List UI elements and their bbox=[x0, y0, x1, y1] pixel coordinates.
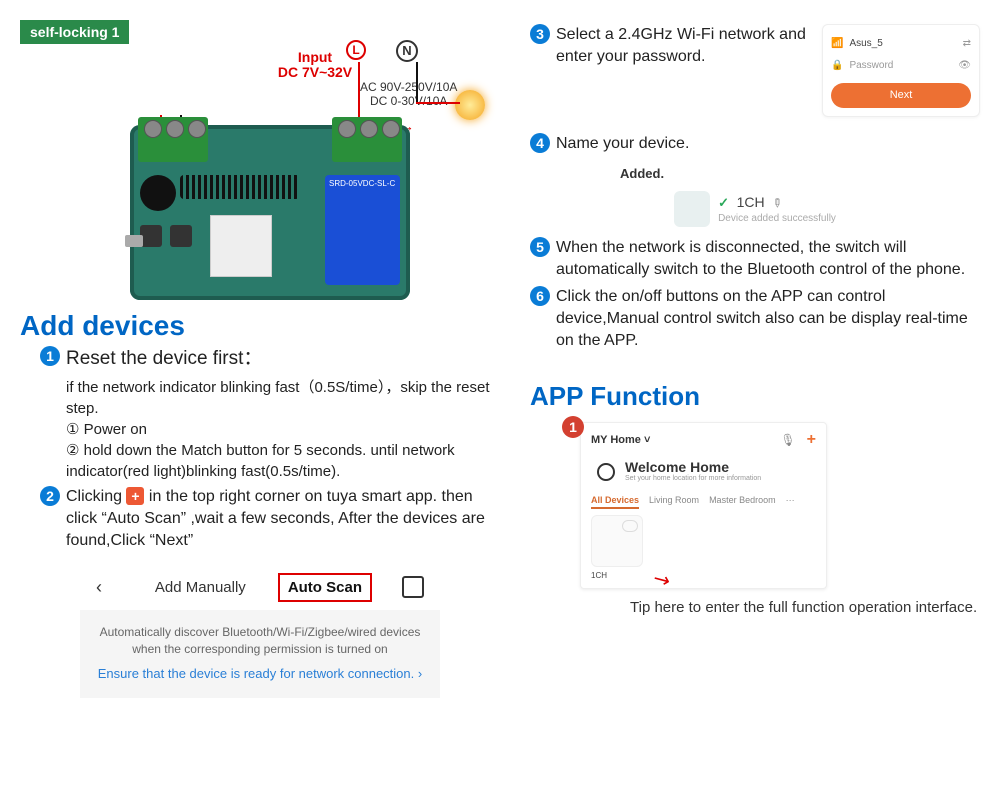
button-2 bbox=[170, 225, 192, 247]
relay-block: SRD-05VDC-SL-C bbox=[325, 175, 400, 285]
step6-text: Click the on/off buttons on the APP can … bbox=[556, 286, 980, 353]
step1-sub-hold-button: ② hold down the Match button for 5 secon… bbox=[66, 440, 500, 482]
tip-text: Tip here to enter the full function oper… bbox=[630, 597, 980, 618]
scan-icon[interactable] bbox=[402, 576, 424, 598]
plus-icon-inline: + bbox=[126, 487, 144, 505]
step-badge-3: 3 bbox=[530, 24, 550, 44]
room-tab-living[interactable]: Living Room bbox=[649, 495, 699, 509]
home-dropdown[interactable]: MY Home ˅ bbox=[591, 434, 650, 446]
device-added-card: Added. ✓ 1CH ✎ Device added successfully bbox=[530, 166, 980, 227]
red-arrow-icon: ↘ bbox=[648, 564, 675, 594]
output-rating-label: AC 90V-250V/10A DC 0-30V/10A bbox=[360, 80, 457, 109]
step-badge-4: 4 bbox=[530, 133, 550, 153]
next-button[interactable]: Next bbox=[831, 83, 971, 108]
pencil-icon[interactable]: ✎ bbox=[769, 194, 786, 211]
added-heading: Added. bbox=[620, 166, 980, 181]
red-step-badge-1: 1 bbox=[562, 416, 584, 438]
input-terminal bbox=[138, 117, 208, 162]
step5-text: When the network is disconnected, the sw… bbox=[556, 237, 980, 282]
mode-badge: self-locking 1 bbox=[20, 20, 129, 44]
welcome-title: Welcome Home bbox=[625, 459, 761, 475]
device-tile[interactable] bbox=[591, 515, 643, 567]
plus-icon[interactable]: + bbox=[807, 431, 816, 448]
wifi-module bbox=[210, 215, 272, 277]
step3-text: Select a 2.4GHz Wi-Fi network and enter … bbox=[556, 24, 822, 69]
device-tile-label: 1CH bbox=[591, 571, 816, 580]
device-thumb-icon bbox=[674, 191, 710, 227]
added-subtext: Device added successfully bbox=[718, 213, 836, 224]
coil-icon bbox=[180, 175, 300, 199]
wifi-icon: 📶 bbox=[831, 37, 843, 51]
step-badge-6: 6 bbox=[530, 286, 550, 306]
app-screenshot-add: ‹ Add Manually Auto Scan Automatically d… bbox=[80, 565, 440, 698]
step1-note: if the network indicator blinking fast（0… bbox=[66, 377, 500, 419]
app-home-screenshot: MY Home ˅ 🎙 + Welcome Home Set your home… bbox=[580, 422, 827, 589]
step2-text: Clicking + in the top right corner on tu… bbox=[66, 486, 500, 553]
step-badge-2: 2 bbox=[40, 486, 60, 506]
tab-add-manually[interactable]: Add Manually bbox=[153, 573, 248, 602]
sun-icon bbox=[591, 457, 619, 485]
micro-usb-port bbox=[125, 235, 143, 247]
back-button[interactable]: ‹ bbox=[96, 577, 102, 598]
power-toggle-icon[interactable] bbox=[622, 520, 638, 532]
output-terminal bbox=[332, 117, 402, 162]
step-badge-5: 5 bbox=[530, 237, 550, 257]
input-voltage-label: Input DC 7V~32V bbox=[130, 50, 500, 81]
step1-sub-power-on: ① Power on bbox=[66, 419, 500, 440]
step4-text: Name your device. bbox=[556, 133, 980, 155]
wifi-ssid: Asus_5 bbox=[849, 37, 882, 51]
circuit-board-image: SRD-05VDC-SL-C bbox=[130, 125, 410, 300]
network-ready-link[interactable]: Ensure that the device is ready for netw… bbox=[94, 665, 426, 683]
step-badge-1: 1 bbox=[40, 346, 60, 366]
auto-scan-description: Automatically discover Bluetooth/Wi-Fi/Z… bbox=[94, 624, 426, 658]
room-tab-master[interactable]: Master Bedroom bbox=[709, 495, 776, 509]
check-icon: ✓ bbox=[718, 195, 729, 210]
tab-auto-scan[interactable]: Auto Scan bbox=[278, 573, 372, 602]
wiring-diagram: self-locking 1 L N Input DC 7V~32V AC 90… bbox=[20, 20, 500, 300]
chevron-right-icon: › bbox=[418, 666, 422, 681]
eye-icon[interactable]: 👁 bbox=[958, 59, 971, 73]
welcome-subtitle: Set your home location for more informat… bbox=[625, 475, 761, 482]
swap-icon[interactable]: ⇄ bbox=[963, 37, 971, 51]
lock-icon: 🔒 bbox=[831, 59, 843, 73]
capacitor-icon bbox=[140, 175, 176, 211]
section-title-add-devices: Add devices bbox=[20, 310, 500, 342]
button-1 bbox=[140, 225, 162, 247]
live-terminal-label: L bbox=[346, 40, 366, 60]
mic-icon[interactable]: 🎙 bbox=[780, 433, 795, 447]
wifi-input-card: 📶 Asus_5 ⇄ 🔒 Password 👁 Next bbox=[822, 24, 980, 117]
neutral-terminal-label: N bbox=[396, 40, 418, 62]
room-tab-all[interactable]: All Devices bbox=[591, 495, 639, 509]
room-tab-more[interactable]: ··· bbox=[786, 495, 795, 509]
section-title-app-function: APP Function bbox=[530, 381, 980, 412]
step1-title: Reset the device first： bbox=[66, 346, 500, 373]
bulb-icon bbox=[455, 90, 485, 120]
password-field[interactable]: Password bbox=[849, 59, 893, 73]
device-name: 1CH bbox=[737, 194, 765, 210]
